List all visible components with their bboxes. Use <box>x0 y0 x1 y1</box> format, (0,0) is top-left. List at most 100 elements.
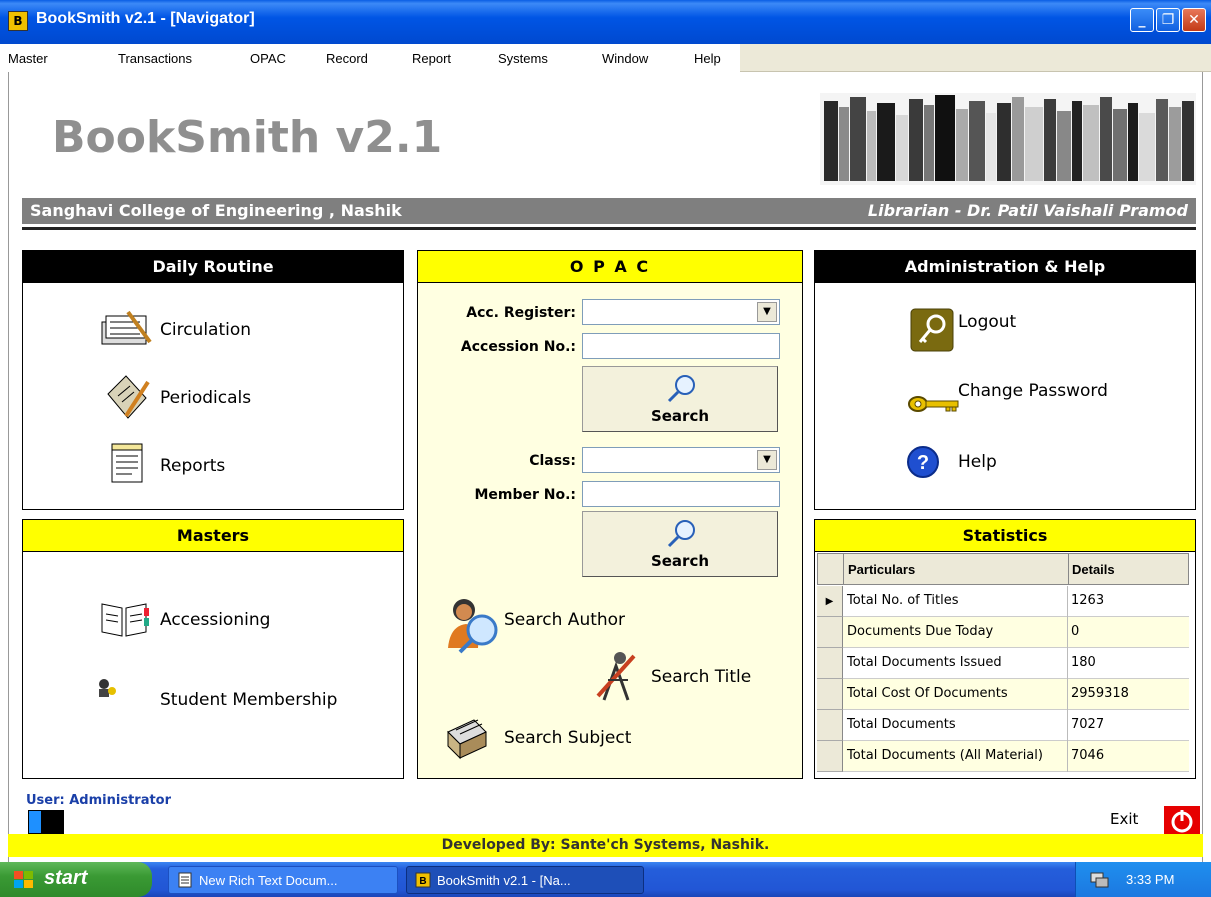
taskbar-item-label: BookSmith v2.1 - [Na... <box>437 873 571 888</box>
student-membership-icon[interactable] <box>96 677 118 699</box>
periodicals-link[interactable]: Periodicals <box>160 388 251 408</box>
daily-routine-header: Daily Routine <box>23 251 403 283</box>
menu-opac[interactable]: OPAC <box>250 51 286 66</box>
magnifier-icon <box>667 520 695 548</box>
member-no-label: Member No.: <box>474 487 576 503</box>
svg-text:B: B <box>419 876 426 887</box>
row-header-corner <box>818 554 844 584</box>
class-label: Class: <box>529 453 576 469</box>
row-selector[interactable] <box>817 679 843 710</box>
logout-icon[interactable] <box>910 308 954 352</box>
current-user: User: Administrator <box>26 793 172 808</box>
dropdown-arrow-icon[interactable]: ▼ <box>757 302 777 322</box>
administration-header: Administration & Help <box>815 251 1195 283</box>
network-icon[interactable] <box>1090 872 1110 888</box>
member-no-input[interactable] <box>582 481 780 507</box>
menu-record[interactable]: Record <box>326 51 368 66</box>
stat-detail: 0 <box>1071 624 1080 639</box>
row-selector[interactable] <box>817 741 843 772</box>
acc-register-label: Acc. Register: <box>466 305 576 321</box>
clock[interactable]: 3:33 PM <box>1126 872 1174 887</box>
search-subject-icon[interactable] <box>444 712 490 762</box>
acc-register-select[interactable]: ▼ <box>582 299 780 325</box>
taskbar-item-booksmith[interactable]: B BookSmith v2.1 - [Na... <box>406 866 644 894</box>
menu-transactions[interactable]: Transactions <box>118 51 192 66</box>
booksmith-app-icon: B <box>415 872 431 888</box>
row-selector-arrow-icon[interactable]: ▶ <box>817 586 843 617</box>
menu-bar: Master Transactions OPAC Record Report S… <box>0 44 1211 72</box>
table-row[interactable]: ▶ Total No. of Titles 1263 <box>817 586 1189 617</box>
circulation-link[interactable]: Circulation <box>160 320 251 340</box>
help-icon[interactable]: ? <box>906 445 940 479</box>
periodicals-icon[interactable] <box>104 372 150 422</box>
statistics-header: Statistics <box>815 520 1195 552</box>
search-author-link[interactable]: Search Author <box>504 610 625 630</box>
search-author-icon[interactable] <box>442 594 504 656</box>
stat-detail: 7027 <box>1071 717 1105 732</box>
college-name: Sanghavi College of Engineering , Nashik <box>30 201 402 220</box>
menu-window[interactable]: Window <box>602 51 648 66</box>
stat-detail: 1263 <box>1071 593 1105 608</box>
accession-no-label: Accession No.: <box>460 339 576 355</box>
row-selector[interactable] <box>817 617 843 648</box>
menu-master[interactable]: Master <box>8 51 48 66</box>
member-search-button[interactable]: Search <box>582 511 778 577</box>
accessioning-icon[interactable] <box>98 598 150 640</box>
administration-panel: Administration & Help <box>814 250 1196 510</box>
menu-systems[interactable]: Systems <box>498 51 548 66</box>
search-label: Search <box>650 407 710 425</box>
table-row[interactable]: Total Documents 7027 <box>817 710 1189 741</box>
accession-search-button[interactable]: Search <box>582 366 778 432</box>
accessioning-link[interactable]: Accessioning <box>160 610 270 630</box>
row-selector[interactable] <box>817 648 843 679</box>
opac-header: O P A C <box>418 251 802 283</box>
reports-link[interactable]: Reports <box>160 456 225 476</box>
class-select[interactable]: ▼ <box>582 447 780 473</box>
close-button[interactable]: ✕ <box>1182 8 1206 32</box>
row-selector[interactable] <box>817 710 843 741</box>
details-column-header[interactable]: Details <box>1072 562 1115 577</box>
search-title-icon[interactable] <box>594 650 638 702</box>
masters-panel: Masters <box>22 519 404 779</box>
table-row[interactable]: Total Cost Of Documents 2959318 <box>817 679 1189 710</box>
stat-particular: Total Documents (All Material) <box>847 748 1043 763</box>
stat-particular: Total Cost Of Documents <box>847 686 1008 701</box>
particulars-column-header[interactable]: Particulars <box>848 562 915 577</box>
accession-no-input[interactable] <box>582 333 780 359</box>
exit-power-icon[interactable] <box>1164 806 1200 836</box>
search-title-link[interactable]: Search Title <box>651 667 751 687</box>
circulation-icon[interactable] <box>98 308 154 352</box>
brand-title: BookSmith v2.1 <box>52 112 443 163</box>
search-subject-link[interactable]: Search Subject <box>504 728 631 748</box>
dropdown-arrow-icon[interactable]: ▼ <box>757 450 777 470</box>
user-color-swatch <box>28 810 64 834</box>
menu-help[interactable]: Help <box>694 51 721 66</box>
stat-detail: 2959318 <box>1071 686 1129 701</box>
table-row[interactable]: Total Documents Issued 180 <box>817 648 1189 679</box>
start-button[interactable]: start <box>0 862 152 897</box>
key-icon[interactable] <box>906 386 962 414</box>
stat-particular: Documents Due Today <box>847 624 994 639</box>
windows-taskbar: start New Rich Text Docum... B BookSmith… <box>0 862 1211 897</box>
document-icon <box>178 872 192 888</box>
reports-icon[interactable] <box>108 440 148 486</box>
table-row[interactable]: Documents Due Today 0 <box>817 617 1189 648</box>
minimize-button[interactable]: _ <box>1130 8 1154 32</box>
divider <box>22 227 1196 230</box>
window-titlebar: B BookSmith v2.1 - [Navigator] _ ❐ ✕ <box>0 0 1211 44</box>
column-separator <box>1068 554 1069 584</box>
logout-link[interactable]: Logout <box>958 312 1016 332</box>
menu-report[interactable]: Report <box>412 51 451 66</box>
stat-detail: 7046 <box>1071 748 1105 763</box>
window-title: BookSmith v2.1 - [Navigator] <box>36 10 255 27</box>
booksmith-app-icon[interactable]: B <box>8 11 28 31</box>
table-row[interactable]: Total Documents (All Material) 7046 <box>817 741 1189 772</box>
college-bar: Sanghavi College of Engineering , Nashik… <box>22 198 1196 224</box>
student-membership-link[interactable]: Student Membership <box>160 690 337 710</box>
restore-button[interactable]: ❐ <box>1156 8 1180 32</box>
change-password-link[interactable]: Change Password <box>958 381 1108 401</box>
masters-header: Masters <box>23 520 403 552</box>
help-link[interactable]: Help <box>958 452 997 472</box>
svg-text:?: ? <box>917 452 929 474</box>
taskbar-item-rich-text[interactable]: New Rich Text Docum... <box>168 866 398 894</box>
